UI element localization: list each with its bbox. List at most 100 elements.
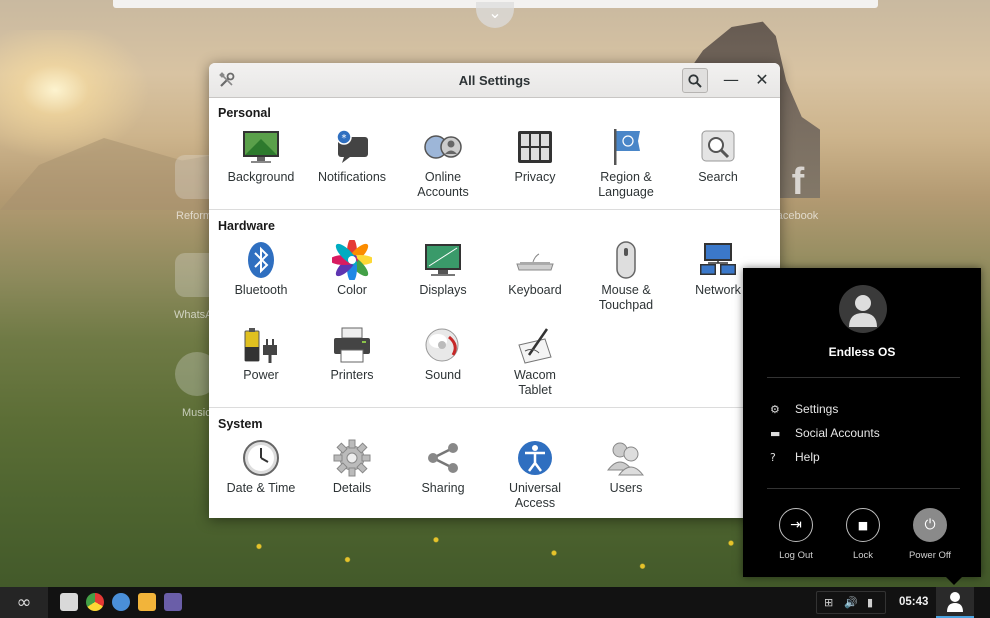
color-icon bbox=[330, 238, 374, 282]
settings-item-label: Sharing bbox=[421, 481, 465, 495]
settings-item-universal-access[interactable]: Universal Access bbox=[489, 438, 581, 511]
online-accounts-icon bbox=[423, 127, 463, 167]
settings-item-label: Keyboard bbox=[508, 283, 562, 297]
section-personal: Personal bbox=[218, 106, 271, 120]
background-icon bbox=[241, 127, 281, 167]
settings-item-region-language[interactable]: Region & Language bbox=[580, 127, 672, 200]
settings-item-label: Color bbox=[337, 283, 367, 297]
menu-item-label: Help bbox=[795, 450, 820, 464]
network-icon bbox=[698, 240, 738, 280]
clock[interactable]: 05:43 bbox=[899, 596, 928, 608]
settings-item-label: Notifications bbox=[317, 170, 387, 184]
settings-item-mouse-touchpad[interactable]: Mouse & Touchpad bbox=[580, 240, 672, 313]
settings-item-displays[interactable]: Displays bbox=[397, 240, 489, 298]
settings-item-bluetooth[interactable]: Bluetooth bbox=[215, 240, 307, 298]
battery-plug-icon bbox=[241, 325, 281, 365]
settings-item-label: Universal Access bbox=[508, 481, 562, 510]
mouse-icon bbox=[606, 240, 646, 280]
settings-item-power[interactable]: Power bbox=[215, 325, 307, 383]
gear-icon bbox=[332, 438, 372, 478]
share-icon bbox=[423, 438, 463, 478]
settings-item-label: Printers bbox=[330, 368, 374, 382]
accessibility-icon bbox=[515, 438, 555, 478]
section-divider bbox=[209, 209, 780, 210]
chrome-app-icon[interactable] bbox=[86, 593, 104, 611]
settings-item-label: Sound bbox=[424, 368, 462, 382]
search-settings-icon bbox=[698, 127, 738, 167]
desktop-app-label: WhatsA bbox=[174, 309, 213, 321]
menu-item-social-accounts[interactable]: ▬ Social Accounts bbox=[770, 426, 880, 444]
settings-item-users[interactable]: Users bbox=[580, 438, 672, 496]
speaker-icon bbox=[423, 325, 463, 365]
settings-item-notifications[interactable]: * Notifications bbox=[306, 127, 398, 185]
settings-item-background[interactable]: Background bbox=[215, 127, 307, 185]
settings-item-label: Mouse & Touchpad bbox=[598, 283, 654, 312]
section-system: System bbox=[218, 417, 263, 431]
settings-item-label: Bluetooth bbox=[234, 283, 288, 297]
taskbar: ∞ ⊞ 🔊 ▮ 05:43 bbox=[0, 587, 990, 618]
settings-item-privacy[interactable]: Privacy bbox=[489, 127, 581, 185]
settings-item-label: Details bbox=[332, 481, 372, 495]
settings-item-label: Online Accounts bbox=[417, 170, 469, 199]
help-icon: ? bbox=[770, 451, 776, 464]
settings-item-label: Search bbox=[698, 170, 738, 184]
settings-item-label: Privacy bbox=[514, 170, 556, 184]
folder-app-icon[interactable] bbox=[138, 593, 156, 611]
bluetooth-icon bbox=[241, 240, 281, 280]
menu-divider bbox=[767, 488, 960, 489]
menu-pointer bbox=[945, 576, 963, 585]
privacy-icon bbox=[515, 127, 555, 167]
files-app-icon[interactable] bbox=[60, 593, 78, 611]
clock-icon bbox=[241, 438, 281, 478]
settings-item-online-accounts[interactable]: Online Accounts bbox=[397, 127, 489, 200]
settings-item-label: Displays bbox=[419, 283, 467, 297]
settings-item-search[interactable]: Search bbox=[672, 127, 764, 185]
browser-app-icon[interactable] bbox=[112, 593, 130, 611]
settings-item-keyboard[interactable]: Keyboard bbox=[489, 240, 581, 298]
user-menu-button[interactable] bbox=[936, 587, 974, 618]
settings-item-label: Users bbox=[609, 481, 643, 495]
endless-logo-icon[interactable]: ∞ bbox=[0, 587, 48, 618]
settings-item-color[interactable]: Color bbox=[306, 238, 398, 298]
volume-icon: 🔊 bbox=[844, 596, 858, 609]
logout-button[interactable]: ⇥ bbox=[779, 508, 813, 542]
power-off-label: Power Off bbox=[908, 550, 952, 561]
gear-icon: ⚙ bbox=[770, 403, 780, 416]
titlebar: All Settings — ✕ bbox=[209, 63, 780, 98]
desktop-app-label: Reform bbox=[176, 210, 213, 222]
avatar bbox=[839, 285, 887, 333]
settings-app-icon[interactable] bbox=[164, 593, 182, 611]
search-icon bbox=[688, 74, 702, 88]
settings-item-sound[interactable]: Sound bbox=[397, 325, 489, 383]
chevron-down-icon[interactable]: ⌄ bbox=[476, 2, 514, 28]
menu-item-help[interactable]: ? Help bbox=[770, 450, 820, 468]
system-tray[interactable]: ⊞ 🔊 ▮ bbox=[816, 591, 886, 614]
close-button[interactable]: ✕ bbox=[751, 69, 773, 91]
settings-item-details[interactable]: Details bbox=[306, 438, 398, 496]
section-hardware: Hardware bbox=[218, 219, 275, 233]
chat-icon: ▬ bbox=[770, 427, 781, 440]
facebook-app-icon[interactable]: f bbox=[776, 160, 820, 204]
settings-window: All Settings — ✕ Personal Background * N… bbox=[209, 63, 780, 518]
user-icon bbox=[947, 592, 963, 612]
minimize-button[interactable]: — bbox=[720, 69, 742, 91]
keyboard-icon bbox=[515, 240, 555, 280]
display-icon bbox=[423, 240, 463, 280]
settings-item-sharing[interactable]: Sharing bbox=[397, 438, 489, 496]
logout-label: Log Out bbox=[779, 550, 813, 561]
settings-item-label: Power bbox=[243, 368, 279, 382]
settings-item-wacom-tablet[interactable]: Wacom Tablet bbox=[489, 325, 581, 398]
logout-icon: ⇥ bbox=[790, 517, 802, 533]
users-icon bbox=[606, 438, 646, 478]
power-off-button[interactable]: ⏻ bbox=[913, 508, 947, 542]
settings-item-printers[interactable]: Printers bbox=[306, 325, 398, 383]
settings-item-date-time[interactable]: Date & Time bbox=[215, 438, 307, 496]
wallpaper-flowers bbox=[200, 520, 790, 586]
menu-item-settings[interactable]: ⚙ Settings bbox=[770, 402, 838, 420]
network-tray-icon: ⊞ bbox=[824, 596, 834, 609]
settings-item-label: Background bbox=[227, 170, 295, 184]
lock-button[interactable]: ■ bbox=[846, 508, 880, 542]
settings-item-label: Wacom Tablet bbox=[514, 368, 556, 397]
notifications-icon: * bbox=[332, 127, 372, 167]
search-button[interactable] bbox=[682, 68, 708, 93]
